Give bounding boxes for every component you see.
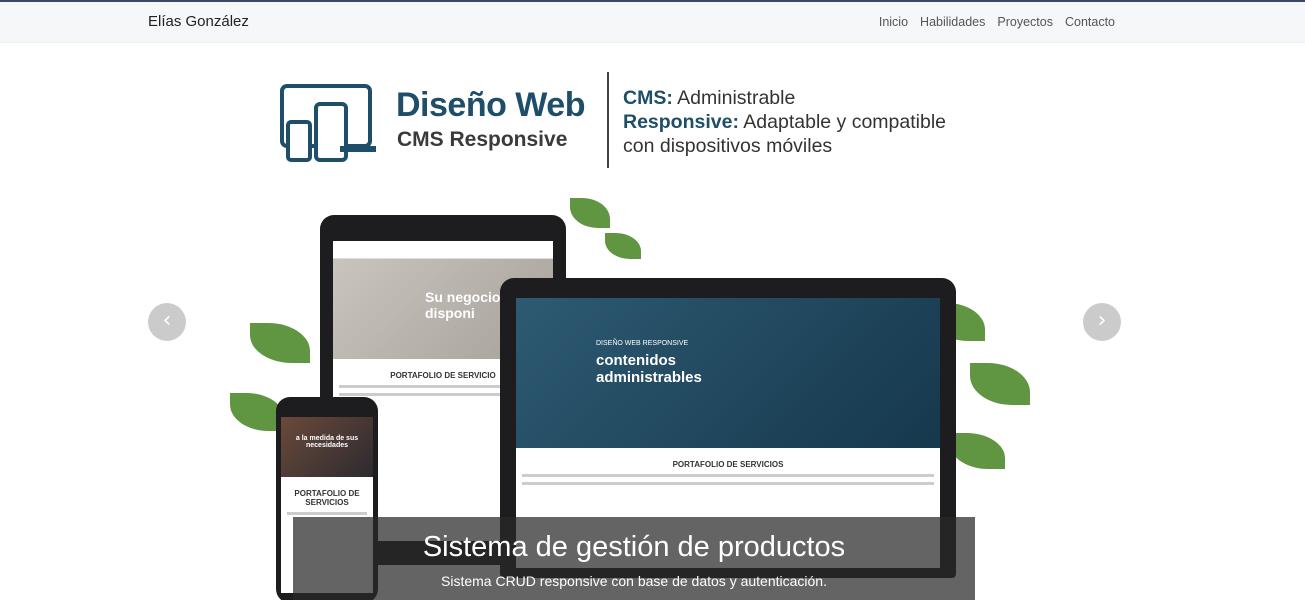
nav-link-inicio[interactable]: Inicio	[879, 15, 908, 29]
tablet-screen-nav	[333, 241, 553, 259]
nav-links: Inicio Habilidades Proyectos Contacto	[879, 15, 1115, 29]
banner-logo-sub: CMS Responsive	[397, 128, 568, 151]
caption-text: Sistema CRUD responsive con base de dato…	[441, 573, 827, 589]
plant-leaf	[570, 198, 610, 228]
tag-responsive-text: Adaptable y compatible	[743, 111, 947, 133]
tag-cms-text: Administrable	[677, 87, 796, 109]
chevron-right-icon: ›	[1097, 308, 1107, 333]
laptop-section-heading: PORTAFOLIO DE SERVICIOS	[672, 460, 784, 469]
devices-icon	[280, 84, 376, 162]
text-line	[522, 482, 934, 485]
chevron-left-icon: ‹	[162, 308, 172, 333]
caption-title: Sistema de gestión de productos	[422, 531, 846, 563]
laptop-hero-kicker: DISEÑO WEB RESPONSIVE	[596, 340, 689, 347]
phone-hero-text: a la medida de sus necesidades	[295, 435, 359, 449]
carousel-caption: Sistema de gestión de productos Sistema …	[293, 517, 975, 600]
banner-logo-main: Diseño Web	[396, 86, 585, 124]
carousel-next-button[interactable]: ›	[1083, 303, 1121, 341]
phone-screen-hero: a la medida de sus necesidades	[281, 417, 373, 477]
project-banner-logo: Diseño Web CMS Responsive CMS: Administr…	[280, 72, 980, 178]
plant-leaf	[950, 433, 1005, 469]
tag-responsive-label: Responsive:	[623, 111, 739, 133]
plant-leaf	[250, 323, 310, 363]
tag-line-3: con dispositivos móviles	[623, 135, 833, 157]
navbar: Elías González Inicio Habilidades Proyec…	[0, 2, 1305, 43]
plant-leaf	[605, 233, 641, 259]
brand-link[interactable]: Elías González	[148, 13, 249, 30]
phone-section-heading: PORTAFOLIO DE SERVICIOS	[294, 489, 360, 507]
tag-cms-label: CMS:	[623, 87, 673, 109]
banner-tagline: CMS: Administrable Responsive: Adaptable…	[623, 86, 946, 158]
laptop-hero-text: contenidos administrables	[596, 352, 702, 386]
text-line	[522, 474, 934, 477]
laptop-screen-body: PORTAFOLIO DE SERVICIOS	[516, 448, 940, 496]
plant-leaf	[970, 363, 1030, 405]
text-line	[287, 512, 367, 515]
nav-link-habilidades[interactable]: Habilidades	[920, 15, 985, 29]
nav-link-proyectos[interactable]: Proyectos	[997, 15, 1053, 29]
carousel-prev-button[interactable]: ‹	[148, 303, 186, 341]
project-carousel: Diseño Web CMS Responsive CMS: Administr…	[0, 43, 1305, 600]
banner-divider	[607, 72, 609, 168]
nav-link-contacto[interactable]: Contacto	[1065, 15, 1115, 29]
laptop-screen-hero: DISEÑO WEB RESPONSIVE contenidos adminis…	[516, 298, 940, 448]
